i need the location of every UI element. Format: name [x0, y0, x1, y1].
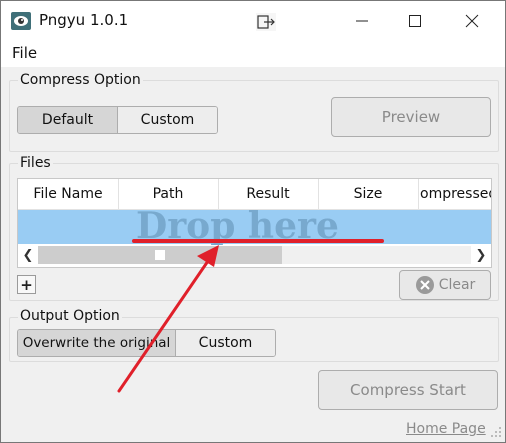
preview-button[interactable]: Preview [331, 97, 491, 137]
compress-option-title: Compress Option [18, 72, 143, 88]
column-file-name[interactable]: File Name [18, 179, 119, 209]
default-mode-button[interactable]: Default [18, 107, 118, 133]
menu-file[interactable]: File [12, 44, 37, 62]
close-icon [465, 14, 479, 28]
home-page-link[interactable]: Home Page [406, 421, 486, 437]
minimize-icon [356, 20, 368, 22]
column-compressed[interactable]: ompressed [418, 179, 491, 209]
title-bar[interactable]: Pngyu 1.0.1 [1, 1, 505, 41]
clear-button[interactable]: Clear [399, 270, 491, 300]
scrollbar-grip-icon [155, 250, 165, 260]
drop-here-hint: Drop here [136, 205, 339, 247]
clear-icon [415, 276, 434, 294]
maximize-button[interactable] [390, 1, 440, 41]
maximize-icon [409, 15, 421, 27]
pngyu-app-icon [11, 12, 31, 30]
minimize-button[interactable] [337, 1, 387, 41]
compress-start-button[interactable]: Compress Start [318, 370, 498, 410]
output-custom-button[interactable]: Custom [176, 330, 275, 356]
files-table[interactable]: File Name Path Result Size ompressed Dro… [17, 178, 492, 268]
overwrite-original-button[interactable]: Overwrite the original [18, 330, 176, 356]
compress-mode-toggle: Default Custom [17, 106, 218, 134]
output-mode-toggle: Overwrite the original Custom [17, 329, 276, 357]
files-title: Files [18, 155, 53, 171]
horizontal-scrollbar[interactable]: ❮ ❯ [18, 245, 491, 265]
app-window: Pngyu 1.0.1 File Compress Option Default… [0, 0, 506, 443]
drop-zone[interactable]: Drop here [18, 205, 491, 247]
scroll-left-icon[interactable]: ❮ [19, 246, 37, 264]
scroll-right-icon[interactable]: ❯ [472, 246, 490, 264]
exit-icon[interactable] [256, 13, 276, 31]
resize-grip-icon[interactable] [489, 425, 503, 439]
output-option-title: Output Option [18, 308, 122, 324]
add-files-button[interactable]: + [17, 275, 36, 294]
scrollbar-thumb[interactable] [38, 246, 282, 264]
close-button[interactable] [447, 1, 497, 41]
scrollbar-track[interactable] [38, 246, 471, 264]
menu-bar: File [1, 41, 505, 67]
window-title: Pngyu 1.0.1 [39, 11, 129, 29]
custom-mode-button[interactable]: Custom [118, 107, 217, 133]
clear-label: Clear [438, 277, 476, 293]
